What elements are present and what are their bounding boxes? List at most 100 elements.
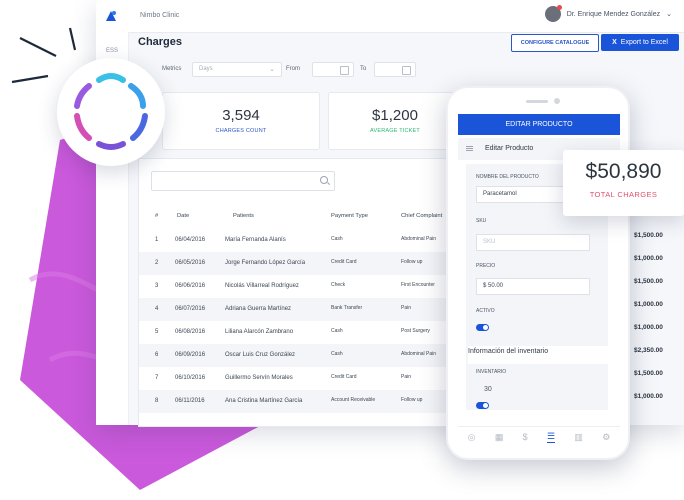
inventory-toggle[interactable] bbox=[476, 402, 489, 409]
sidebar-item-label[interactable]: ESS bbox=[106, 48, 118, 54]
phone-mockup: EDITAR PRODUCTO Editar Producto NOMBRE D… bbox=[446, 86, 630, 460]
search-input[interactable] bbox=[151, 171, 335, 191]
sku-input[interactable]: SKU bbox=[476, 234, 590, 251]
charges-table: # Date Patients Payment Type Chief Compl… bbox=[138, 158, 494, 427]
table-row[interactable]: 4 06/07/2016 Adriana Guerra Martínez Bank T… bbox=[139, 298, 493, 321]
name-label: NOMBRE DEL PRODUCTO bbox=[476, 174, 539, 180]
table-cell: Check bbox=[331, 282, 346, 288]
table-cell: Abdominal Pain bbox=[401, 351, 437, 357]
table-cell: 3 bbox=[155, 283, 159, 289]
table-cell: Cash bbox=[331, 328, 343, 334]
sku-placeholder: SKU bbox=[483, 239, 496, 245]
home-icon[interactable]: ◎ bbox=[468, 432, 476, 443]
avatar[interactable] bbox=[544, 5, 562, 22]
total-value: $50,890 bbox=[585, 160, 662, 183]
calendar-icon[interactable]: ▦ bbox=[495, 432, 504, 443]
metrics-value: Days bbox=[199, 66, 213, 72]
menu-icon[interactable] bbox=[466, 146, 473, 147]
column-header: Payment Type bbox=[331, 213, 368, 219]
table-cell: 7 bbox=[155, 375, 159, 381]
amount-cell: $1,500.00 bbox=[634, 232, 663, 239]
phone-bottom-nav: ◎ ▦ $ ☰ ▥ ⚙ bbox=[458, 426, 620, 447]
table-row[interactable]: 3 06/06/2016 Nicolás Villarreal Rodríguez C… bbox=[139, 275, 493, 298]
from-label: From bbox=[286, 66, 300, 72]
search-icon[interactable] bbox=[320, 176, 328, 184]
subheader-title: Editar Producto bbox=[485, 145, 534, 152]
table-cell: Pain bbox=[401, 305, 412, 311]
table-cell: Adriana Guerra Martínez bbox=[225, 306, 292, 312]
nimbo-logo-icon bbox=[74, 73, 148, 150]
stat-value: 3,594 bbox=[222, 107, 260, 124]
table-cell: 06/06/2016 bbox=[175, 283, 206, 289]
from-date-input[interactable] bbox=[312, 62, 354, 77]
metrics-select[interactable]: Days ⌄ bbox=[192, 62, 282, 77]
gear-icon[interactable]: ⚙ bbox=[602, 432, 610, 443]
table-cell: 4 bbox=[155, 306, 159, 312]
table-row[interactable]: 8 06/11/2016 Ana Cristina Martínez García A… bbox=[139, 390, 493, 413]
total-charges-card: $50,890 TOTAL CHARGES bbox=[563, 150, 684, 216]
clinic-name: Nimbo Clinic bbox=[140, 12, 180, 19]
table-cell: 06/05/2016 bbox=[175, 260, 206, 266]
product-name-value: Paracetamol bbox=[483, 191, 517, 197]
phone-speaker bbox=[526, 100, 548, 103]
table-cell: Account Receivable bbox=[331, 397, 376, 403]
table-row[interactable]: 6 06/09/2016 Oscar Luis Cruz González Cash A… bbox=[139, 344, 493, 367]
table-cell: Follow up bbox=[401, 397, 423, 403]
calendar-icon bbox=[340, 66, 349, 75]
column-header: Patients bbox=[233, 213, 254, 219]
page-title: Charges bbox=[138, 36, 183, 48]
to-date-input[interactable] bbox=[374, 62, 416, 77]
table-cell: Credit Card bbox=[331, 259, 357, 265]
table-cell: María Fernanda Alanís bbox=[225, 237, 286, 243]
stat-value: $1,200 bbox=[372, 107, 418, 124]
table-cell: Pain bbox=[401, 374, 412, 380]
active-toggle[interactable] bbox=[476, 324, 489, 331]
table-row[interactable]: 5 06/08/2016 Liliana Alarcón Zambrano Cash P… bbox=[139, 321, 493, 344]
user-menu[interactable]: Dr. Enrique Mendez González ⌄ bbox=[544, 5, 672, 22]
total-label: TOTAL CHARGES bbox=[589, 190, 658, 199]
export-excel-label: Export to Excel bbox=[620, 39, 668, 46]
edit-product-header: EDITAR PRODUCTO bbox=[458, 114, 620, 135]
table-cell: Abdominal Pain bbox=[401, 236, 437, 242]
table-cell: 06/07/2016 bbox=[175, 306, 206, 312]
calendar-icon bbox=[402, 66, 411, 75]
list-icon[interactable]: ☰ bbox=[546, 431, 556, 443]
amount-cell: $1,000.00 bbox=[634, 301, 663, 308]
column-header: # bbox=[155, 213, 159, 219]
table-cell: Oscar Luis Cruz González bbox=[225, 352, 296, 358]
table-cell: Nicolás Villarreal Rodríguez bbox=[225, 283, 299, 289]
chart-icon[interactable]: ▥ bbox=[574, 432, 583, 443]
stat-label: AVERAGE TICKET bbox=[370, 128, 420, 134]
table-cell: 06/11/2016 bbox=[175, 398, 205, 404]
table-row[interactable]: 1 06/04/2016 María Fernanda Alanís Cash Abdo… bbox=[139, 229, 493, 252]
table-cell: Guillermo Servín Morales bbox=[225, 375, 293, 381]
inventory-label: INVENTARIO bbox=[476, 369, 507, 375]
table-row[interactable]: 7 06/10/2016 Guillermo Servín Morales Credi… bbox=[139, 367, 493, 390]
amount-cell: $1,000.00 bbox=[634, 255, 663, 262]
dollar-icon[interactable]: $ bbox=[523, 432, 528, 442]
table-cell: Cash bbox=[331, 236, 343, 242]
user-name: Dr. Enrique Mendez González bbox=[566, 10, 661, 18]
amount-cell: $1,500.00 bbox=[634, 370, 663, 377]
top-bar: Nimbo Clinic Dr. Enrique Mendez González… bbox=[96, 0, 684, 33]
sku-label: SKU bbox=[476, 218, 487, 224]
table-cell: 8 bbox=[155, 398, 159, 404]
active-label: ACTIVO bbox=[476, 308, 495, 314]
price-value: $ 50.00 bbox=[483, 283, 504, 289]
nimbo-logo-badge bbox=[57, 58, 165, 166]
price-label: PRECIO bbox=[476, 263, 496, 269]
configure-catalogue-button[interactable]: CONFIGURE CATALOGUE bbox=[511, 34, 599, 52]
inventory-value: 30 bbox=[484, 386, 492, 393]
table-cell: 06/04/2016 bbox=[175, 237, 206, 243]
export-excel-button[interactable]: X Export to Excel bbox=[601, 34, 679, 51]
stat-card-charges-count: 3,594 CHARGES COUNT bbox=[162, 92, 320, 150]
amount-cell: $1,000.00 bbox=[634, 393, 663, 400]
price-input[interactable]: $ 50.00 bbox=[476, 278, 590, 295]
table-cell: Follow up bbox=[401, 259, 423, 265]
table-row[interactable]: 2 06/05/2016 Jorge Fernando López García Cr… bbox=[139, 252, 493, 275]
table-cell: First Encounter bbox=[401, 282, 435, 288]
table-cell: 2 bbox=[155, 260, 159, 266]
table-cell: 06/10/2016 bbox=[175, 375, 206, 381]
amount-cell: $2,350.00 bbox=[634, 347, 663, 354]
table-cell: Jorge Fernando López García bbox=[225, 260, 306, 266]
